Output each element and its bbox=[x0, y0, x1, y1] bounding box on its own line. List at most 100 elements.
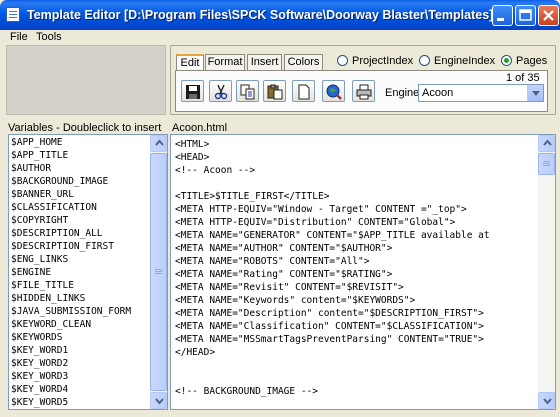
scroll-up-button[interactable] bbox=[538, 135, 555, 152]
list-item[interactable]: $APP_TITLE bbox=[11, 149, 68, 162]
engine-value: Acoon bbox=[422, 87, 454, 99]
list-item[interactable]: $KEY_WORD3 bbox=[11, 370, 68, 383]
scroll-thumb[interactable] bbox=[150, 153, 167, 391]
save-icon bbox=[186, 85, 200, 99]
tab-edit[interactable]: Edit bbox=[176, 54, 204, 71]
code-line: <META NAME="Description" content="$DESCR… bbox=[175, 308, 484, 319]
engine-select[interactable]: Acoon bbox=[418, 84, 544, 102]
code-line: <HEAD> bbox=[175, 152, 210, 163]
paste-icon bbox=[267, 84, 283, 100]
tab-format[interactable]: Format bbox=[205, 54, 245, 70]
scroll-down-button[interactable] bbox=[150, 392, 167, 409]
list-item[interactable]: $KEY_WORD5 bbox=[11, 396, 68, 409]
variables-list[interactable]: $APP_HOME $APP_TITLE $AUTHOR $BACKGROUND_IM… bbox=[8, 134, 168, 410]
new-page-icon bbox=[298, 84, 310, 100]
paste-button[interactable] bbox=[263, 80, 286, 102]
code-line: <META NAME="Keywords" content="$KEYWORDS… bbox=[175, 295, 416, 306]
scroll-down-button[interactable] bbox=[538, 392, 555, 409]
minimize-button[interactable] bbox=[492, 5, 513, 26]
list-item[interactable]: $KEY_WORD4 bbox=[11, 383, 68, 396]
chevron-down-icon[interactable] bbox=[527, 85, 543, 101]
tab-colors[interactable]: Colors bbox=[284, 54, 323, 70]
close-button[interactable] bbox=[538, 5, 559, 26]
radio-project-index[interactable]: ProjectIndex bbox=[337, 55, 413, 68]
file-name-label: Acoon.html bbox=[172, 122, 228, 134]
list-item[interactable]: $BACKGROUND_IMAGE bbox=[11, 175, 108, 188]
editor-scrollbar[interactable] bbox=[538, 135, 555, 409]
title-bar[interactable]: Template Editor [D:\Program Files\SPCK S… bbox=[0, 0, 560, 30]
radio-label: ProjectIndex bbox=[352, 55, 414, 67]
list-item[interactable]: $BANNER_URL bbox=[11, 188, 74, 201]
radio-label: Pages bbox=[516, 55, 548, 67]
code-line: <!-- BACKGROUND_IMAGE --> bbox=[175, 386, 318, 397]
list-item[interactable]: $KEY_WORD1 bbox=[11, 344, 68, 357]
cut-icon bbox=[214, 84, 228, 100]
scroll-up-button[interactable] bbox=[150, 135, 167, 152]
code-line: <META NAME="Classification" CONTENT="$CL… bbox=[175, 321, 484, 332]
list-item[interactable]: $CLASSIFICATION bbox=[11, 201, 97, 214]
print-button[interactable] bbox=[352, 80, 375, 102]
tab-insert[interactable]: Insert bbox=[247, 54, 282, 70]
code-line: <META NAME="ROBOTS" CONTENT="All"> bbox=[175, 256, 370, 267]
engine-label: Engine bbox=[385, 87, 420, 99]
code-line: <META NAME="GENERATOR" CONTENT="$APP_TIT… bbox=[175, 230, 490, 241]
radio-button-icon bbox=[337, 55, 348, 66]
list-item[interactable]: $KEYWORD_CLEAN bbox=[11, 318, 91, 331]
code-line: <META NAME="AUTHOR" CONTENT="$AUTHOR"> bbox=[175, 243, 393, 254]
arrow-down-icon bbox=[543, 398, 552, 405]
copy-icon bbox=[240, 84, 255, 100]
menu-file[interactable]: File bbox=[10, 30, 28, 44]
minimize-icon bbox=[497, 18, 504, 21]
scroll-thumb[interactable] bbox=[538, 153, 555, 175]
preview-panel bbox=[6, 45, 166, 115]
list-item[interactable]: $ENGINE bbox=[11, 266, 51, 279]
code-line: <META HTTP-EQUIV="Window - Target" CONTE… bbox=[175, 204, 467, 215]
code-line: <META NAME="MSSmartTagsPreventParsing" C… bbox=[175, 334, 484, 345]
page-count: 1 of 35 bbox=[506, 72, 540, 84]
list-item[interactable]: $FILE_TITLE bbox=[11, 279, 74, 292]
menu-bar: File Tools bbox=[0, 30, 560, 44]
list-item[interactable]: $HIDDEN_LINKS bbox=[11, 292, 85, 305]
code-line: </HEAD> bbox=[175, 347, 216, 358]
arrow-up-icon bbox=[543, 139, 552, 146]
print-icon bbox=[356, 84, 372, 100]
app-document-icon bbox=[6, 7, 20, 22]
list-item[interactable]: $ENG_LINKS bbox=[11, 253, 68, 266]
list-item[interactable]: $COPYRIGHT bbox=[11, 214, 68, 227]
radio-pages[interactable]: Pages bbox=[501, 55, 547, 68]
variables-scrollbar[interactable] bbox=[150, 135, 167, 409]
radio-engine-index[interactable]: EngineIndex bbox=[419, 55, 495, 68]
arrow-down-icon bbox=[155, 398, 164, 405]
code-line: <META NAME="Revisit" CONTENT="$REVISIT"> bbox=[175, 282, 404, 293]
list-item[interactable]: $DESCRIPTION_FIRST bbox=[11, 240, 114, 253]
list-item[interactable]: $DESCRIPTION_ALL bbox=[11, 227, 103, 240]
save-button[interactable] bbox=[181, 80, 204, 102]
variables-label: Variables - Doubleclick to insert bbox=[8, 122, 162, 134]
cut-button[interactable] bbox=[209, 80, 232, 102]
list-item[interactable]: $AUTHOR bbox=[11, 162, 51, 175]
maximize-icon bbox=[519, 9, 532, 21]
radio-button-icon bbox=[419, 55, 430, 66]
window-title: Template Editor [D:\Program Files\SPCK S… bbox=[27, 8, 494, 22]
list-item[interactable]: $KEYWORDS bbox=[11, 331, 62, 344]
preview-button[interactable] bbox=[322, 80, 345, 102]
radio-button-selected-icon bbox=[501, 55, 512, 66]
radio-label: EngineIndex bbox=[434, 55, 496, 67]
close-icon bbox=[543, 10, 554, 21]
list-item[interactable]: $JAVA_SUBMISSION_FORM bbox=[11, 305, 131, 318]
copy-button[interactable] bbox=[236, 80, 259, 102]
code-editor[interactable]: <HTML> <HEAD> <!-- Acoon --> <TITLE>$TITLE_… bbox=[170, 134, 556, 410]
list-item[interactable]: $APP_HOME bbox=[11, 136, 62, 149]
code-line: <!-- Acoon --> bbox=[175, 165, 256, 176]
new-page-button[interactable] bbox=[292, 80, 315, 102]
list-item[interactable]: $KEY_WORD2 bbox=[11, 357, 68, 370]
code-line: <HTML> bbox=[175, 139, 210, 150]
menu-tools[interactable]: Tools bbox=[36, 30, 62, 44]
code-line: <TITLE>$TITLE_FIRST</TITLE> bbox=[175, 191, 330, 202]
preview-globe-icon bbox=[326, 84, 342, 100]
arrow-up-icon bbox=[155, 139, 164, 146]
code-line: <META HTTP-EQUIV="Distribution" CONTENT=… bbox=[175, 217, 456, 228]
template-editor-window: Template Editor [D:\Program Files\SPCK S… bbox=[0, 0, 560, 417]
code-line: <META NAME="Rating" CONTENT="$RATING"> bbox=[175, 269, 393, 280]
maximize-button[interactable] bbox=[515, 5, 536, 26]
